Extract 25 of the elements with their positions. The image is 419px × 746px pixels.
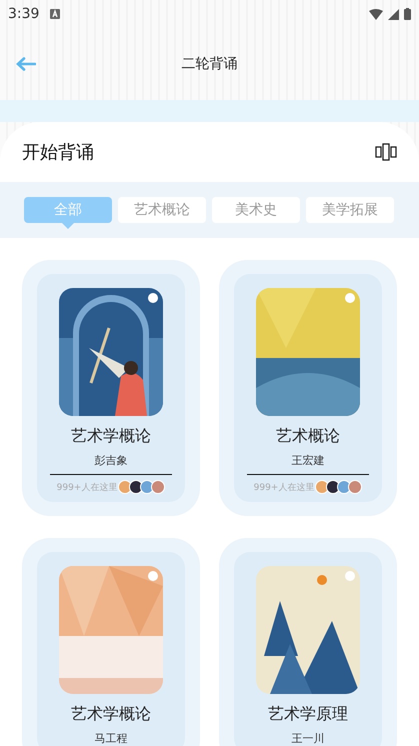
section-title: 开始背诵 <box>22 141 94 164</box>
book-title: 艺术学概论 <box>71 426 151 447</box>
book-card[interactable]: 艺术学原理 王一川 <box>219 538 397 746</box>
battery-icon <box>404 8 411 20</box>
book-author: 彭吉象 <box>94 453 128 468</box>
book-author: 王宏建 <box>292 453 324 468</box>
book-author: 王一川 <box>292 731 324 746</box>
book-card[interactable]: 艺术学概论 彭吉象 999+人在这里 <box>22 260 200 516</box>
tab-pointer-icon <box>62 223 74 229</box>
avatar-group-icon <box>121 480 166 494</box>
book-card[interactable]: 艺术学概论 马工程 <box>22 538 200 746</box>
book-card[interactable]: 艺术概论 王宏建 999+人在这里 <box>219 260 397 516</box>
avatar-group-icon <box>318 480 362 494</box>
columns-icon[interactable] <box>375 143 397 161</box>
book-title: 艺术概论 <box>276 426 340 447</box>
book-title: 艺术学原理 <box>268 704 348 725</box>
visitor-count: 999+人在这里 <box>254 482 314 494</box>
page-title: 二轮背诵 <box>182 55 238 73</box>
status-time: 3:39 <box>8 6 40 22</box>
book-title: 艺术学概论 <box>71 704 151 725</box>
visitor-count: 999+人在这里 <box>56 482 118 494</box>
notification-icon <box>50 9 60 19</box>
wifi-icon <box>369 8 383 20</box>
signal-icon <box>388 8 399 20</box>
book-author: 马工程 <box>94 731 128 746</box>
